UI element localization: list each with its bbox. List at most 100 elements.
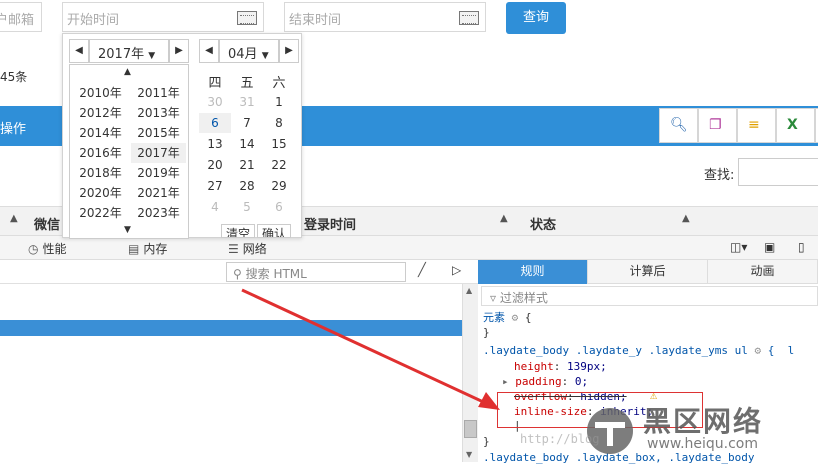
rule-selector: .laydate_body .laydate_y .laydate_yms ul… xyxy=(483,344,795,357)
calendar-icon[interactable] xyxy=(237,11,257,25)
day-cell[interactable]: 6 xyxy=(199,113,231,133)
tab-performance[interactable]: ◷ 性能 xyxy=(28,240,67,257)
start-time-field[interactable]: 开始时间 xyxy=(62,2,264,32)
year-option[interactable]: 2016年 xyxy=(73,143,128,163)
end-time-field[interactable]: 结束时间 xyxy=(284,2,486,32)
next-month-button[interactable]: ▶ xyxy=(279,39,299,63)
watermark-url: www.heiqu.com xyxy=(647,436,759,452)
gear-icon[interactable]: ⚙ xyxy=(755,344,762,357)
day-cell[interactable]: 6 xyxy=(263,197,295,217)
gear-icon[interactable]: ⚙ xyxy=(512,311,519,324)
panel-icon[interactable]: ▣ xyxy=(764,240,775,254)
sort-icon[interactable]: ▲ xyxy=(682,213,690,224)
filter-styles-input[interactable]: ▿ 过滤样式 xyxy=(481,286,818,306)
table-search-input[interactable] xyxy=(738,158,818,186)
day-cell[interactable]: 20 xyxy=(199,155,231,175)
annotation-arrow xyxy=(241,288,500,410)
prev-month-button[interactable]: ◀ xyxy=(199,39,219,63)
search-html-input[interactable]: ⚲ 搜索 HTML xyxy=(226,262,406,282)
day-cell[interactable]: 15 xyxy=(263,134,295,154)
eyedropper-icon[interactable]: ╱ xyxy=(418,263,426,278)
chevron-down-icon: ▼ xyxy=(148,51,156,61)
day-cell[interactable]: 30 xyxy=(199,92,231,112)
year-option[interactable]: 2014年 xyxy=(73,123,128,143)
date-picker-popup: ◀ 2017年 ▼ ▶ ◀ 04月 ▼ ▶ 四 五 六 30 31 1 6 7 … xyxy=(62,33,302,239)
performance-icon: ◷ xyxy=(28,242,39,256)
rules-tabbar: 规则 计算后 动画 xyxy=(478,260,818,284)
day-cell[interactable]: 1 xyxy=(263,92,295,112)
year-option[interactable]: 2010年 xyxy=(73,83,128,103)
scroll-thumb[interactable] xyxy=(464,420,477,438)
year-option[interactable]: 2021年 xyxy=(131,183,186,203)
year-option[interactable]: 2013年 xyxy=(131,103,186,123)
year-option[interactable]: 2015年 xyxy=(131,123,186,143)
sidebar-toggle-icon[interactable]: ▷ xyxy=(452,263,461,277)
day-cell[interactable]: 28 xyxy=(231,176,263,196)
prop-padding[interactable]: ▸ padding: 0; xyxy=(502,374,588,389)
watermark-blog-text: http://blog xyxy=(520,432,600,446)
copy-icon: ❐ xyxy=(709,117,722,133)
day-cell[interactable]: 4 xyxy=(199,197,231,217)
column-login-time[interactable]: 登录时间 xyxy=(304,214,356,233)
excel-icon: X xyxy=(787,117,798,133)
layout-icon[interactable]: ◫▾ xyxy=(730,240,747,254)
database-icon: ≡ xyxy=(748,117,760,133)
copy-tool-button[interactable]: ❐ xyxy=(698,108,737,143)
devtools-tabs: ◷ 性能 ▤ 内存 ☰ 网络 ◫▾ ▣ ▯ xyxy=(0,236,818,260)
tab-computed[interactable]: 计算后 xyxy=(588,260,708,284)
day-cell[interactable]: 7 xyxy=(231,113,263,133)
next-year-button[interactable]: ▶ xyxy=(169,39,189,63)
year-option-current[interactable]: 2017年 xyxy=(131,143,186,163)
excel-tool-button[interactable]: X xyxy=(776,108,815,143)
column-status[interactable]: 状态 xyxy=(530,214,556,233)
day-cell[interactable]: 13 xyxy=(199,134,231,154)
day-cell[interactable]: 31 xyxy=(231,92,263,112)
phone-icon[interactable]: ▯ xyxy=(798,240,805,254)
confirm-button[interactable]: 确认 xyxy=(257,224,292,238)
search-tool-button[interactable]: 🔍︎ xyxy=(659,108,698,143)
clear-button[interactable]: 清空 xyxy=(221,224,256,238)
year-option[interactable]: 2023年 xyxy=(131,203,186,223)
tab-network[interactable]: ☰ 网络 xyxy=(228,240,267,257)
day-cell[interactable]: 22 xyxy=(263,155,295,175)
end-time-placeholder: 结束时间 xyxy=(289,13,342,28)
day-cell[interactable]: 5 xyxy=(231,197,263,217)
day-cell[interactable]: 21 xyxy=(231,155,263,175)
weekday-sat: 六 xyxy=(272,76,286,91)
database-tool-button[interactable]: ≡ xyxy=(737,108,776,143)
day-cell[interactable]: 27 xyxy=(199,176,231,196)
prop-height[interactable]: height: 139px; xyxy=(514,359,607,374)
operate-label: 操作 xyxy=(0,122,27,137)
day-cell[interactable]: 8 xyxy=(263,113,295,133)
year-option[interactable]: 2018年 xyxy=(73,163,128,183)
search-html-placeholder: 搜索 HTML xyxy=(245,267,307,281)
year-scroll-up-icon[interactable]: ▲ xyxy=(124,67,131,77)
column-wechat[interactable]: 微信 xyxy=(34,214,60,233)
sort-icon[interactable]: ▲ xyxy=(500,213,508,224)
tab-animations[interactable]: 动画 xyxy=(708,260,818,284)
tab-memory[interactable]: ▤ 内存 xyxy=(128,240,167,257)
watermark-title: 黑区网络 xyxy=(643,405,764,438)
sort-icon[interactable]: ▲ xyxy=(10,213,18,224)
start-time-placeholder: 开始时间 xyxy=(67,13,120,28)
weekday-fri: 五 xyxy=(240,76,254,91)
month-select[interactable]: 04月 ▼ xyxy=(219,39,279,63)
year-option[interactable]: 2022年 xyxy=(73,203,128,223)
year-option[interactable]: 2012年 xyxy=(73,103,128,123)
year-option[interactable]: 2011年 xyxy=(131,83,186,103)
day-cell[interactable]: 29 xyxy=(263,176,295,196)
prev-year-button[interactable]: ◀ xyxy=(69,39,89,63)
year-list-panel: ▲ 2010年 2011年 2012年 2013年 2014年 2015年 20… xyxy=(69,64,189,239)
watermark: 黑区网络 www.heiqu.com xyxy=(585,400,818,462)
scroll-down-icon[interactable]: ▼ xyxy=(466,450,472,459)
calendar-icon[interactable] xyxy=(459,11,479,25)
query-button[interactable]: 查询 xyxy=(506,2,566,34)
year-option[interactable]: 2019年 xyxy=(131,163,186,183)
year-scroll-down-icon[interactable]: ▼ xyxy=(124,225,131,235)
year-select[interactable]: 2017年 ▼ xyxy=(89,39,169,63)
watermark-logo-icon xyxy=(587,408,633,454)
record-count: 45条 xyxy=(0,70,28,84)
email-field[interactable]: 户邮箱 xyxy=(0,2,42,32)
day-cell[interactable]: 14 xyxy=(231,134,263,154)
year-option[interactable]: 2020年 xyxy=(73,183,128,203)
